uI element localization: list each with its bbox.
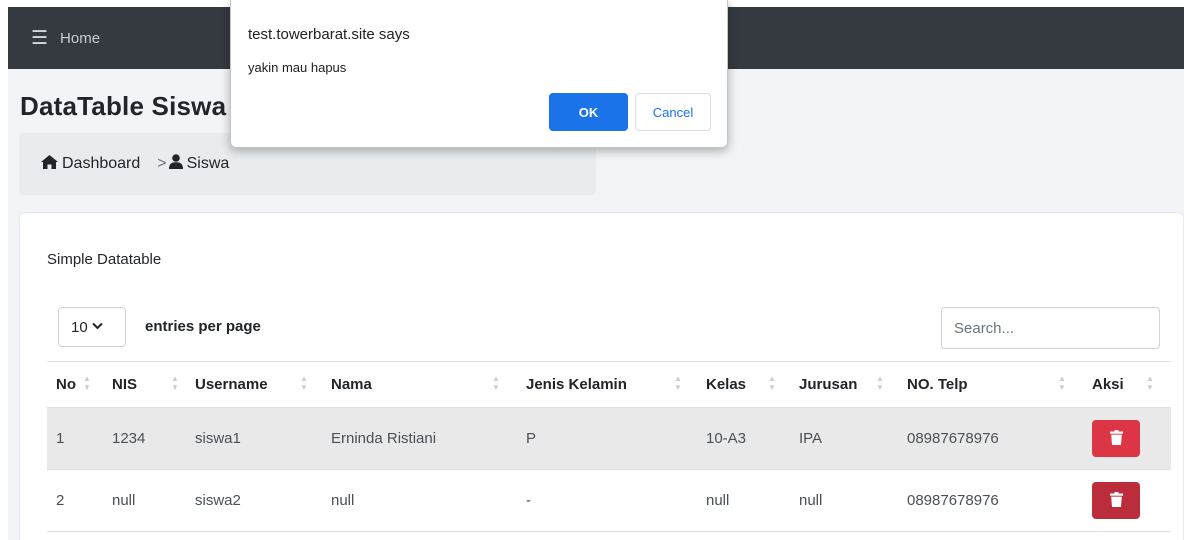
sort-icon: ▲ ▼ — [83, 374, 91, 392]
cell-jurusan: IPA — [790, 407, 898, 470]
column-header-jurusan[interactable]: Jurusan ▲ ▼ — [790, 361, 898, 408]
cell-nis: null — [103, 469, 186, 532]
cell-username: siswa2 — [186, 469, 322, 532]
cell-aksi — [1083, 469, 1171, 532]
sort-icon: ▲ ▼ — [492, 374, 500, 392]
breadcrumb-dashboard[interactable]: Dashboard — [62, 155, 140, 173]
cell-telp: 08987678976 — [898, 407, 1083, 470]
column-header-nis[interactable]: NIS ▲ ▼ — [103, 361, 186, 408]
cell-nama: null — [322, 469, 517, 532]
breadcrumb-separator: > — [157, 155, 167, 172]
window-edge — [0, 0, 8, 540]
sort-icon: ▲ ▼ — [171, 374, 179, 392]
search-input[interactable] — [941, 307, 1160, 349]
page-title: DataTable Siswa — [20, 91, 227, 121]
cell-nama: Erninda Ristiani — [322, 407, 517, 470]
breadcrumb-siswa[interactable]: Siswa — [187, 155, 230, 173]
sort-icon: ▲ ▼ — [876, 374, 884, 392]
hamburger-icon[interactable]: ☰ — [31, 29, 48, 48]
table-header-row: No ▲ ▼ NIS ▲ ▼ Username ▲ ▼ Nama ▲ ▼ Jenis Kelam… — [47, 361, 1171, 408]
cell-kelas: null — [697, 469, 790, 532]
entries-value: 10 — [71, 318, 88, 336]
cell-no: 1 — [47, 407, 103, 470]
table-row: 1 1234 siswa1 Erninda Ristiani P 10-A3 I… — [47, 407, 1171, 470]
cell-jurusan: null — [790, 469, 898, 532]
confirm-dialog: test.towerbarat.site says yakin mau hapu… — [230, 0, 728, 148]
cell-nis: 1234 — [103, 407, 186, 470]
siswa-table: No ▲ ▼ NIS ▲ ▼ Username ▲ ▼ Nama ▲ ▼ Jenis Kelam… — [47, 361, 1171, 532]
sort-icon: ▲ ▼ — [674, 374, 682, 392]
delete-button[interactable] — [1092, 420, 1140, 457]
chevron-down-icon — [91, 321, 103, 333]
trash-icon — [1109, 429, 1123, 448]
dialog-title: test.towerbarat.site says — [248, 26, 410, 43]
column-header-kelas[interactable]: Kelas ▲ ▼ — [697, 361, 790, 408]
ok-button[interactable]: OK — [549, 93, 628, 131]
sort-icon: ▲ ▼ — [1146, 374, 1154, 392]
column-header-no[interactable]: No ▲ ▼ — [47, 361, 103, 408]
table-row: 2 null siswa2 null - null null 089876789… — [47, 469, 1171, 532]
nav-home-link[interactable]: Home — [60, 30, 100, 47]
cell-jenis-kelamin: - — [517, 469, 697, 532]
home-icon — [41, 154, 58, 174]
trash-icon — [1109, 491, 1123, 510]
cancel-button[interactable]: Cancel — [635, 93, 711, 131]
card-title: Simple Datatable — [47, 251, 162, 268]
column-header-username[interactable]: Username ▲ ▼ — [186, 361, 322, 408]
datatable-card: Simple Datatable 10 entries per page No▲… — [19, 212, 1184, 540]
sort-icon: ▲ ▼ — [768, 374, 776, 392]
column-header-telp[interactable]: NO. Telp ▲ ▼ — [898, 361, 1083, 408]
column-header-jenis-kelamin[interactable]: Jenis Kelamin ▲ ▼ — [517, 361, 697, 408]
cell-username: siswa1 — [186, 407, 322, 470]
entries-per-page-label: entries per page — [145, 318, 261, 335]
column-header-nama[interactable]: Nama ▲ ▼ — [322, 361, 517, 408]
cell-aksi — [1083, 407, 1171, 470]
column-header-aksi[interactable]: Aksi ▲ ▼ — [1083, 361, 1171, 408]
cell-kelas: 10-A3 — [697, 407, 790, 470]
cell-jenis-kelamin: P — [517, 407, 697, 470]
cell-no: 2 — [47, 469, 103, 532]
delete-button[interactable] — [1092, 482, 1140, 519]
user-icon — [168, 154, 183, 174]
cell-telp: 08987678976 — [898, 469, 1083, 532]
sort-icon: ▲ ▼ — [1058, 374, 1066, 392]
entries-per-page-select[interactable]: 10 — [58, 307, 126, 347]
dialog-message: yakin mau hapus — [248, 60, 347, 75]
sort-icon: ▲ ▼ — [300, 374, 308, 392]
